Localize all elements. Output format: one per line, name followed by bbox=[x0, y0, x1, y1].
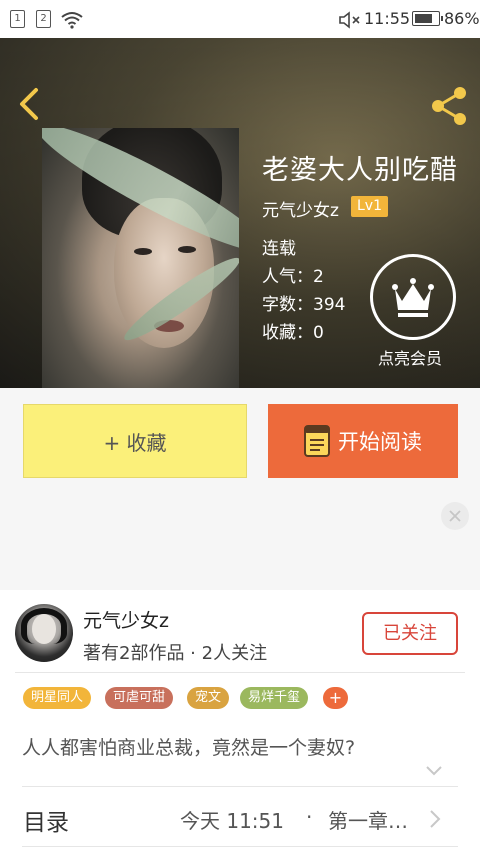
book-favorites: 收藏：0 bbox=[262, 323, 324, 343]
divider bbox=[22, 846, 458, 847]
clock: 11:55 bbox=[364, 9, 411, 28]
toc-update-time: 今天 11:51 bbox=[180, 809, 284, 833]
share-icon bbox=[432, 87, 466, 125]
follow-button[interactable]: 已关注 bbox=[362, 612, 458, 655]
book-icon bbox=[304, 425, 330, 457]
close-icon bbox=[449, 510, 461, 522]
battery-fill bbox=[415, 14, 432, 23]
vip-label[interactable]: 点亮会员 bbox=[378, 345, 442, 369]
collect-label: + 收藏 bbox=[103, 430, 167, 455]
toc-separator: · bbox=[306, 805, 313, 829]
book-status: 连载 bbox=[262, 239, 296, 259]
wifi-icon bbox=[61, 12, 83, 29]
share-button[interactable] bbox=[428, 84, 472, 128]
book-author[interactable]: 元气少女z bbox=[262, 196, 339, 221]
battery-icon bbox=[412, 11, 443, 26]
close-button[interactable] bbox=[441, 502, 469, 530]
chevron-down-icon bbox=[426, 766, 442, 776]
back-button[interactable] bbox=[12, 84, 48, 124]
chevron-left-icon bbox=[20, 88, 38, 120]
cover-eye-right bbox=[178, 246, 196, 253]
battery-percent: 86% bbox=[444, 9, 480, 28]
table-of-contents-row[interactable]: 目录 今天 11:51 · 第一章… bbox=[0, 787, 480, 847]
author-avatar[interactable] bbox=[15, 604, 73, 662]
sim2-icon: 2 bbox=[36, 10, 51, 28]
tag-item[interactable]: 易烊千玺 bbox=[240, 687, 309, 709]
author-card: 元气少女z 著有2部作品 · 2人关注 已关注 明星同人 可虐可甜 宠文 易烊千… bbox=[0, 590, 480, 854]
collect-button[interactable]: + 收藏 bbox=[23, 404, 247, 478]
book-word-count: 字数：394 bbox=[262, 295, 346, 315]
crown-icon bbox=[392, 278, 434, 317]
add-tag-button[interactable]: + bbox=[323, 687, 348, 709]
divider bbox=[15, 672, 465, 673]
avatar-face bbox=[32, 614, 56, 644]
level-badge: Lv1 bbox=[351, 196, 388, 217]
sim1-icon: 1 bbox=[10, 10, 25, 28]
author-card-stats: 著有2部作品 · 2人关注 bbox=[83, 643, 268, 664]
book-description: 人人都害怕商业总裁，竟然是一个妻奴? bbox=[22, 737, 356, 759]
tag-item[interactable]: 可虐可甜 bbox=[105, 687, 174, 709]
author-card-name[interactable]: 元气少女z bbox=[83, 606, 169, 633]
status-bar: 1 2 11:55 86% bbox=[0, 0, 480, 38]
mute-icon bbox=[339, 11, 360, 29]
book-title: 老婆大人别吃醋 bbox=[262, 155, 458, 186]
start-reading-label: 开始阅读 bbox=[338, 430, 422, 454]
tag-item[interactable]: 宠文 bbox=[187, 687, 230, 709]
start-reading-button[interactable]: 开始阅读 bbox=[268, 404, 458, 478]
toc-latest-chapter: 第一章… bbox=[328, 809, 408, 833]
book-popularity: 人气：2 bbox=[262, 267, 324, 287]
book-cover-image[interactable] bbox=[42, 128, 239, 388]
expand-description-button[interactable] bbox=[424, 763, 444, 777]
toc-label: 目录 bbox=[23, 810, 69, 836]
book-header: 老婆大人别吃醋 元气少女z Lv1 连载 人气：2 字数：394 收藏：0 点亮… bbox=[0, 38, 480, 388]
chevron-right-icon bbox=[430, 810, 441, 828]
cover-eye-left bbox=[134, 248, 152, 255]
tag-item[interactable]: 明星同人 bbox=[23, 687, 92, 709]
vip-button[interactable] bbox=[370, 254, 456, 340]
